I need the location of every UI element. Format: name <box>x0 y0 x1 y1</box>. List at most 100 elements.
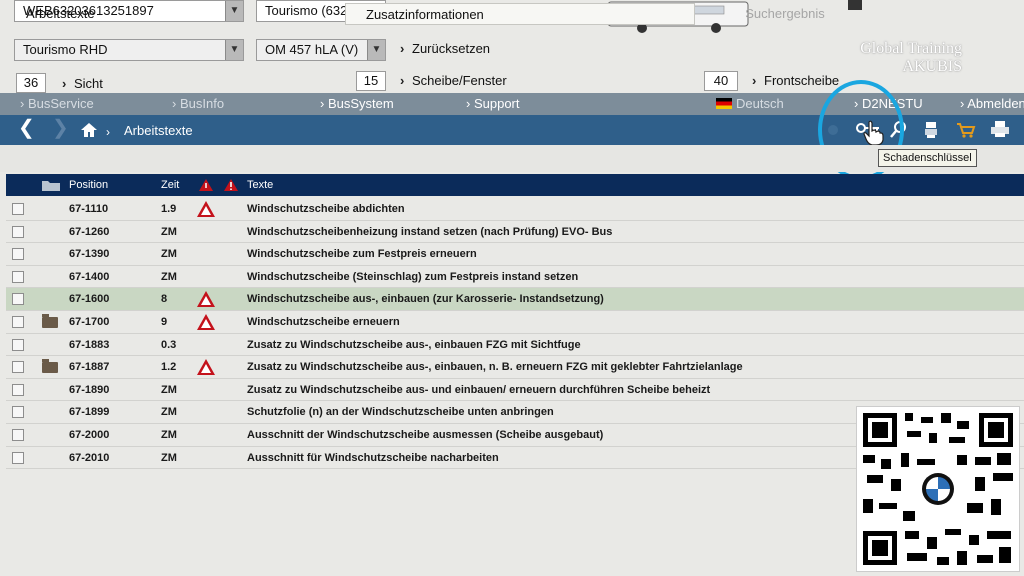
nav-businfo[interactable]: › BusInfo <box>172 96 224 112</box>
tab-row <box>0 145 1024 172</box>
cell-position: 67-2000 <box>69 428 110 441</box>
tab-suchergebnis[interactable]: Suchergebnis <box>700 3 870 25</box>
table-row[interactable]: 67-1890 ZM Zusatz zu Windschutzscheibe a… <box>6 379 1024 402</box>
row-checkbox[interactable] <box>12 248 24 261</box>
cell-zeit: 0.3 <box>161 338 177 351</box>
header-texte[interactable]: Texte <box>247 178 273 192</box>
row-checkbox[interactable] <box>12 361 24 374</box>
vehicle-select[interactable]: Tourismo RHD ▼ <box>14 39 244 61</box>
warning-icon <box>197 313 215 330</box>
header-checkbox[interactable] <box>12 178 24 190</box>
engine-dropdown-icon[interactable]: ▼ <box>367 40 385 60</box>
engine-value: OM 457 hLA (V) <box>265 42 359 57</box>
cell-zeit: 1.9 <box>161 203 177 215</box>
row-checkbox[interactable] <box>12 406 24 419</box>
cart-icon[interactable] <box>956 122 976 138</box>
vin-dropdown-icon[interactable]: ▼ <box>225 1 243 21</box>
group3-link[interactable]: › Frontscheibe <box>752 73 839 89</box>
cell-position: 67-1887 <box>69 361 110 374</box>
nav-bussystem[interactable]: › BusSystem <box>320 96 394 112</box>
cell-zeit: ZM <box>161 248 177 261</box>
cell-zeit: ZM <box>161 406 177 419</box>
cell-text: Ausschnitt der Windschutzscheibe ausmess… <box>247 428 604 441</box>
row-checkbox[interactable] <box>12 293 24 306</box>
cell-zeit: 8 <box>161 293 168 306</box>
qr-code-image <box>857 407 1019 571</box>
group3-number: 40 <box>704 71 738 91</box>
header-position[interactable]: Position <box>69 178 108 192</box>
hand-cursor-icon <box>863 120 884 146</box>
folder-icon[interactable] <box>42 359 58 374</box>
group2-link[interactable]: › Scheibe/Fenster <box>400 73 507 89</box>
row-checkbox[interactable] <box>12 383 24 396</box>
warning-icon <box>197 291 215 308</box>
vehicle-dropdown-icon[interactable]: ▼ <box>225 40 243 60</box>
nav-busservice[interactable]: › BusService <box>20 96 94 112</box>
print-icon[interactable] <box>924 121 938 139</box>
printer-icon[interactable] <box>990 120 1010 138</box>
cell-position: 67-2010 <box>69 451 110 464</box>
cell-position: 67-1899 <box>69 406 110 419</box>
row-checkbox[interactable] <box>12 338 24 351</box>
group2-number: 15 <box>356 71 386 91</box>
tab-arbeitstexte[interactable]: Arbeitstexte <box>26 3 95 25</box>
row-checkbox[interactable] <box>12 203 24 215</box>
cell-text: Schutzfolie (n) an der Windschutzscheibe… <box>247 406 554 419</box>
table-row[interactable]: 67-1110 1.9 Windschutzscheibe abdichten <box>6 198 1024 221</box>
table-row[interactable]: 67-1260 ZM Windschutzscheibenheizung ins… <box>6 221 1024 244</box>
cell-zeit: ZM <box>161 225 177 238</box>
table-row[interactable]: 67-1883 0.3 Zusatz zu Windschutzscheibe … <box>6 334 1024 357</box>
cell-text: Windschutzscheibenheizung instand setzen… <box>247 225 613 238</box>
cell-position: 67-1700 <box>69 315 110 328</box>
model-value: Tourismo (632) <box>265 3 352 18</box>
tooltip: Schadenschlüssel <box>878 149 977 167</box>
row-checkbox[interactable] <box>12 270 24 283</box>
cell-zeit: ZM <box>161 451 177 464</box>
forward-icon[interactable]: ❯ <box>52 118 69 138</box>
table-row-selected[interactable]: 67-1600 8 Windschutzscheibe aus-, einbau… <box>6 288 1024 311</box>
table-row[interactable]: 67-1400 ZM Windschutzscheibe (Steinschla… <box>6 266 1024 289</box>
warning-header-icon-2 <box>224 179 238 191</box>
cell-position: 67-1890 <box>69 383 110 396</box>
cell-text: Windschutzscheibe abdichten <box>247 203 405 215</box>
nav-support[interactable]: › Support <box>466 96 520 112</box>
cell-zeit: 9 <box>161 315 168 328</box>
cell-position: 67-1260 <box>69 225 110 238</box>
row-checkbox[interactable] <box>12 428 24 441</box>
german-flag-icon <box>716 98 732 109</box>
cell-text: Zusatz zu Windschutzscheibe aus-, einbau… <box>247 338 581 351</box>
watermark-line1: Global Training <box>860 40 962 57</box>
table-row[interactable]: 67-1390 ZM Windschutzscheibe zum Festpre… <box>6 243 1024 266</box>
back-icon[interactable]: ❮ <box>18 118 35 138</box>
breadcrumb-separator: › <box>106 125 110 139</box>
engine-select[interactable]: OM 457 hLA (V) ▼ <box>256 39 386 61</box>
cell-text: Zusatz zu Windschutzscheibe aus- und ein… <box>247 383 711 396</box>
nav-logout[interactable]: › Abmelden <box>960 96 1024 112</box>
cell-zeit: ZM <box>161 428 177 441</box>
row-checkbox[interactable] <box>12 451 24 464</box>
cell-position: 67-1390 <box>69 248 110 261</box>
reset-link[interactable]: › Zurücksetzen <box>400 41 490 57</box>
cell-zeit: ZM <box>161 383 177 396</box>
row-checkbox[interactable] <box>12 315 24 328</box>
cell-text: Windschutzscheibe aus-, einbauen (zur Ka… <box>247 293 604 306</box>
table-row[interactable]: 67-1887 1.2 Zusatz zu Windschutzscheibe … <box>6 356 1024 379</box>
warning-icon <box>197 201 215 217</box>
table-row[interactable]: 67-1700 9 Windschutzscheibe erneuern <box>6 311 1024 334</box>
warning-icon <box>197 359 215 376</box>
cell-text: Windschutzscheibe zum Festpreis erneuern <box>247 248 477 261</box>
tab-zusatzinformationen[interactable]: Zusatzinformationen <box>345 3 695 25</box>
cell-text: Zusatz zu Windschutzscheibe aus-, einbau… <box>247 361 743 374</box>
home-icon[interactable] <box>80 122 98 138</box>
header-zeit[interactable]: Zeit <box>161 178 179 192</box>
cell-text: Ausschnitt für Windschutzscheibe nacharb… <box>247 451 499 464</box>
nav-language[interactable]: Deutsch <box>716 96 784 112</box>
watermark: Global Training AKUBIS <box>860 40 962 76</box>
row-checkbox[interactable] <box>12 225 24 238</box>
folder-header-icon <box>42 181 60 191</box>
cell-text: Windschutzscheibe (Steinschlag) zum Fest… <box>247 270 579 283</box>
breadcrumb: Arbeitstexte <box>124 123 193 138</box>
folder-icon[interactable] <box>42 313 58 328</box>
cell-position: 67-1883 <box>69 338 110 351</box>
group1-link[interactable]: › Sicht <box>62 76 103 92</box>
